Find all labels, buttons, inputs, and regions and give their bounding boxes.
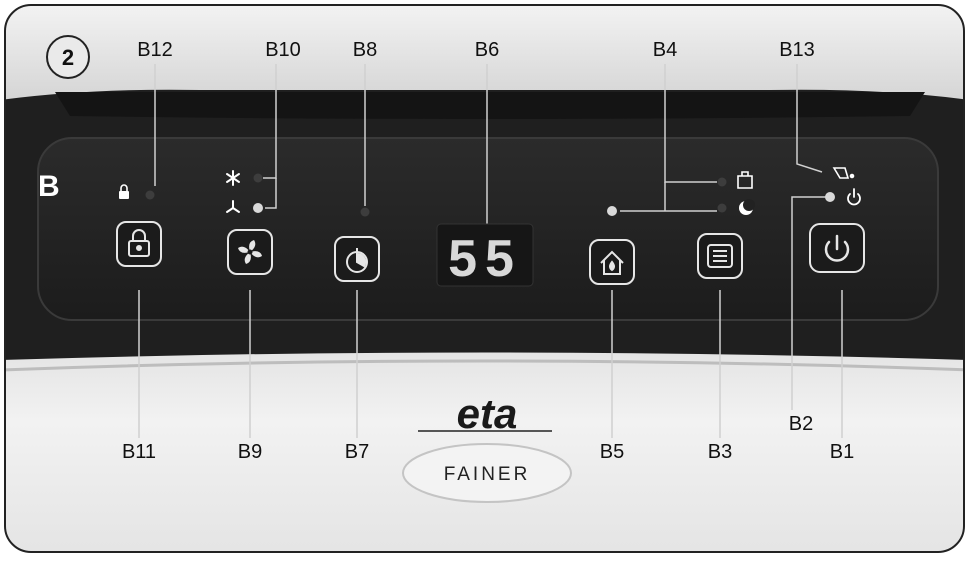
- menu-button[interactable]: [697, 233, 743, 279]
- callout-b1: B1: [830, 441, 854, 463]
- lock-button[interactable]: [116, 221, 162, 267]
- callout-b8: B8: [353, 39, 377, 61]
- panel-label: B: [38, 170, 60, 203]
- callout-b2: B2: [789, 413, 813, 435]
- led-laundry: [717, 177, 727, 187]
- led-fan-low: [253, 203, 263, 213]
- callout-b7: B7: [345, 441, 369, 463]
- display-panel: 55: [436, 223, 534, 288]
- callout-b9: B9: [238, 441, 262, 463]
- callout-b3: B3: [708, 441, 732, 463]
- led-b4-active: [607, 206, 617, 216]
- display-value: 55: [448, 230, 522, 288]
- figure-frame: 2 B B12 B10 B8 B6 B4 B13 B11 B9 B7 B5 B3…: [0, 0, 970, 557]
- led-fan-high: [253, 173, 263, 183]
- led-b2: [825, 192, 835, 202]
- callout-b11: B11: [122, 441, 156, 463]
- callout-b6: B6: [475, 39, 499, 61]
- figure-number-badge: 2: [46, 35, 90, 79]
- top-vent: [55, 92, 925, 119]
- brand-logo: eta: [457, 390, 518, 437]
- led-b12: [145, 190, 155, 200]
- figure-number: 2: [62, 45, 74, 70]
- callout-b10: B10: [265, 39, 301, 61]
- mode-button[interactable]: [589, 239, 635, 285]
- led-sleep: [717, 203, 727, 213]
- product-name: FAINER: [444, 464, 531, 485]
- callout-b12: B12: [137, 39, 173, 61]
- callout-b4: B4: [653, 39, 677, 61]
- device-diagram: 2 B B12 B10 B8 B6 B4 B13 B11 B9 B7 B5 B3…: [4, 4, 965, 553]
- power-button[interactable]: [809, 223, 865, 273]
- callout-b5: B5: [600, 441, 624, 463]
- led-b8: [360, 207, 370, 217]
- timer-button[interactable]: [334, 236, 380, 282]
- fan-speed-button[interactable]: [227, 229, 273, 275]
- callout-b13: B13: [779, 39, 815, 61]
